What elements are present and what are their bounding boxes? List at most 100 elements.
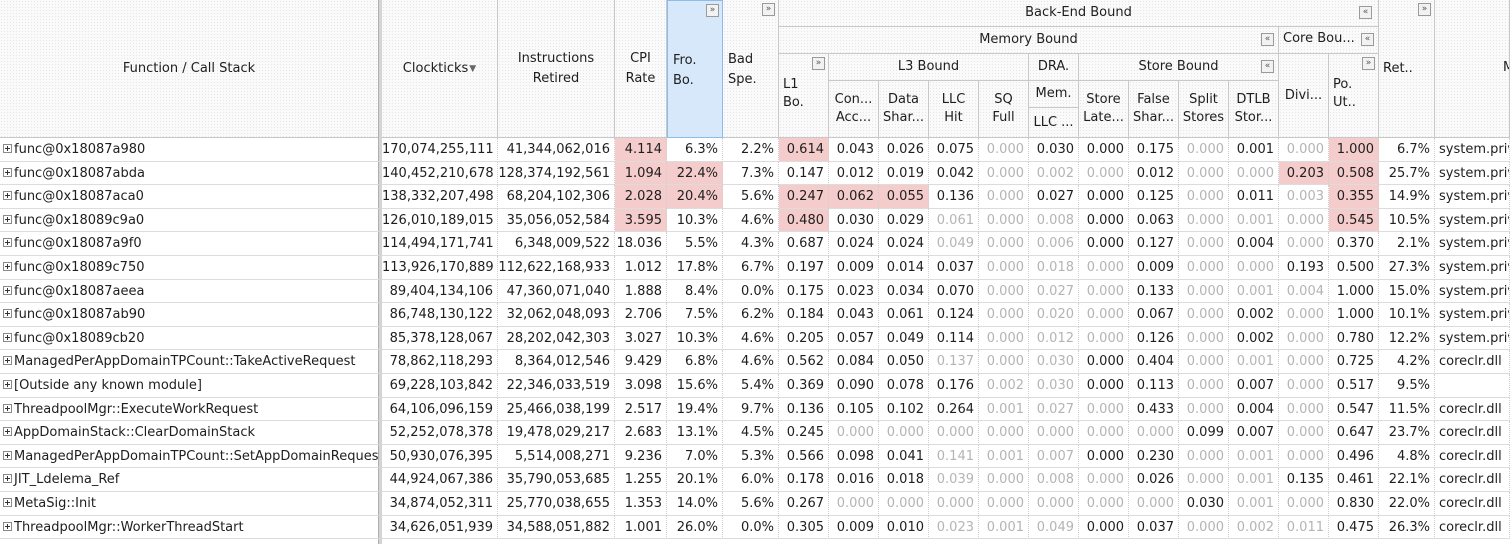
cell-dtlb: 0.002: [1229, 515, 1279, 540]
column-group-memory-latency[interactable]: Mem.: [1029, 81, 1079, 108]
table-row[interactable]: ManagedPerAppDomainTPCount::SetAppDomain…: [0, 444, 1510, 469]
column-header-contested-accesses[interactable]: Con... Acc...: [829, 81, 879, 138]
column-group-memory-bound[interactable]: Memory Bound «: [779, 27, 1279, 54]
expand-row-icon[interactable]: [3, 474, 12, 484]
cell-divi: 0.000: [1279, 232, 1329, 256]
cell-bad: 5.6%: [723, 492, 779, 516]
cell-fs: 0.009: [1129, 256, 1179, 280]
column-header-clockticks[interactable]: Clockticks ▼: [382, 0, 498, 138]
column-header-divider[interactable]: Divi...: [1279, 54, 1329, 138]
column-header-false-sharing[interactable]: False Shar...: [1129, 81, 1179, 138]
table-row[interactable]: JIT_Ldelema_Ref 44,924,067,386 35,790,053,…: [0, 468, 1510, 492]
expand-row-icon[interactable]: [3, 356, 12, 366]
table-row[interactable]: MetaSig::Init 34,874,052,311 25,770,038,65…: [0, 492, 1510, 516]
column-group-store-bound[interactable]: Store Bound «: [1079, 54, 1279, 81]
sort-descending-icon: ▼: [469, 63, 477, 74]
expand-column-icon[interactable]: »: [812, 57, 825, 70]
expand-row-icon[interactable]: [3, 191, 12, 201]
cell-name: MetaSig::Init: [0, 492, 379, 516]
expand-row-icon[interactable]: [3, 144, 12, 153]
column-header-store-latency[interactable]: Store Late...: [1079, 81, 1129, 138]
cell-sq: 0.000: [979, 303, 1029, 327]
table-row[interactable]: ThreadpoolMgr::ExecuteWorkRequest 64,106,…: [0, 397, 1510, 422]
column-header-port-utilization[interactable]: Po. Ut.. »: [1329, 54, 1379, 138]
cell-llchit: 0.137: [929, 350, 979, 374]
column-header-retiring[interactable]: Ret..: [1379, 27, 1435, 138]
column-header-function[interactable]: Function / Call Stack: [0, 0, 379, 138]
cell-ss: 0.000: [1179, 374, 1229, 398]
expand-row-icon[interactable]: [3, 214, 12, 224]
table-row[interactable]: func@0x18089c750 113,926,170,889 112,622,1…: [0, 256, 1510, 280]
expand-column-icon[interactable]: »: [762, 3, 775, 16]
table-row[interactable]: func@0x18087abda 140,452,210,678 128,374,1…: [0, 161, 1510, 186]
expand-row-icon[interactable]: [3, 498, 12, 507]
column-header-module[interactable]: M: [1435, 0, 1510, 138]
column-group-dram-bound[interactable]: DRA.: [1029, 54, 1079, 81]
expand-row-icon[interactable]: [3, 450, 12, 460]
cell-fs: 0.063: [1129, 208, 1179, 233]
column-group-l3-bound[interactable]: L3 Bound: [829, 54, 1029, 81]
column-header-llc-hit[interactable]: LLC Hit: [929, 81, 979, 138]
collapse-column-group-icon[interactable]: «: [1261, 33, 1274, 46]
cell-mod: coreclr.dll: [1435, 350, 1510, 374]
collapse-column-group-icon[interactable]: «: [1361, 33, 1374, 46]
cell-l1: 0.247: [779, 185, 829, 209]
cell-fs: 0.026: [1129, 468, 1179, 492]
cell-fs: 0.175: [1129, 138, 1179, 162]
cell-l1: 0.205: [779, 326, 829, 351]
column-group-back-end-bound[interactable]: Back-End Bound «: [779, 0, 1379, 27]
collapse-column-group-icon[interactable]: «: [1359, 6, 1372, 19]
cell-fs: 0.433: [1129, 397, 1179, 422]
table-row[interactable]: func@0x18089c9a0 126,010,189,015 35,056,05…: [0, 208, 1510, 233]
expand-row-icon[interactable]: [3, 309, 12, 319]
collapse-column-group-icon[interactable]: «: [1261, 60, 1274, 73]
column-header-instructions-retired[interactable]: Instructions Retired: [498, 0, 615, 138]
expand-row-icon[interactable]: [3, 238, 12, 248]
table-row[interactable]: func@0x18089cb20 85,378,128,067 28,202,042…: [0, 326, 1510, 351]
cell-po: 0.475: [1329, 515, 1379, 540]
expand-column-icon[interactable]: »: [706, 4, 719, 17]
column-header-l1-bound[interactable]: L1 Bo. »: [779, 54, 829, 138]
cell-dtlb: 0.001: [1229, 350, 1279, 374]
cell-name: func@0x18087a980: [0, 138, 379, 162]
expand-row-icon[interactable]: [3, 521, 12, 531]
cell-sl: 0.000: [1079, 515, 1129, 540]
table-row[interactable]: AppDomainStack::ClearDomainStack 52,252,0…: [0, 421, 1510, 445]
expand-row-icon[interactable]: [3, 285, 12, 295]
table-row[interactable]: [Outside any known module] 69,228,103,842…: [0, 374, 1510, 398]
expand-row-icon[interactable]: [3, 332, 12, 342]
table-row[interactable]: func@0x18087a9f0 114,494,171,741 6,348,009…: [0, 232, 1510, 256]
column-header-split-stores[interactable]: Split Stores: [1179, 81, 1229, 138]
table-row[interactable]: ThreadpoolMgr::WorkerThreadStart 34,626,0…: [0, 515, 1510, 540]
table-row[interactable]: func@0x18087a980 170,074,255,111 41,344,06…: [0, 138, 1510, 162]
expand-row-icon[interactable]: [3, 427, 12, 437]
cell-dtlb: 0.004: [1229, 397, 1279, 422]
column-header-llc-miss[interactable]: LLC ...: [1029, 108, 1079, 138]
cell-data: 0.055: [879, 185, 929, 209]
expand-row-icon[interactable]: [3, 167, 12, 177]
table-row[interactable]: func@0x18087aca0 138,332,207,498 68,204,10…: [0, 185, 1510, 209]
expand-row-icon[interactable]: [3, 380, 12, 389]
function-name: func@0x18087aeea: [14, 283, 145, 299]
table-row[interactable]: func@0x18087ab90 86,748,130,122 32,062,048…: [0, 303, 1510, 327]
expand-row-icon[interactable]: [3, 262, 12, 271]
cell-bad: 5.4%: [723, 374, 779, 398]
cell-dtlb: 0.001: [1229, 208, 1279, 233]
column-header-divider-label: Divi...: [1284, 87, 1323, 103]
cell-po: 1.000: [1329, 279, 1379, 304]
column-header-dtlb-store[interactable]: DTLB Stor...: [1229, 81, 1279, 138]
expand-column-icon[interactable]: »: [1362, 57, 1375, 70]
cell-data: 0.049: [879, 326, 929, 351]
cell-ins: 32,062,048,093: [498, 303, 615, 327]
column-group-core-bound[interactable]: Core Bou... «: [1279, 27, 1379, 54]
table-row[interactable]: ManagedPerAppDomainTPCount::TakeActiveRe…: [0, 350, 1510, 374]
expand-row-icon[interactable]: [3, 403, 12, 413]
column-header-cpi-rate[interactable]: CPI Rate: [615, 0, 667, 138]
expand-column-icon[interactable]: »: [1418, 3, 1431, 16]
column-header-bad-speculation[interactable]: Bad Spe. »: [723, 0, 779, 138]
column-header-front-end-bound[interactable]: Fro. Bo. »: [667, 0, 723, 138]
column-header-data-sharing[interactable]: Data Shar...: [879, 81, 929, 138]
function-name: func@0x18089c750: [14, 260, 145, 275]
column-header-sq-full[interactable]: SQ Full: [979, 81, 1029, 138]
table-row[interactable]: func@0x18087aeea 89,404,134,106 47,360,071…: [0, 279, 1510, 304]
